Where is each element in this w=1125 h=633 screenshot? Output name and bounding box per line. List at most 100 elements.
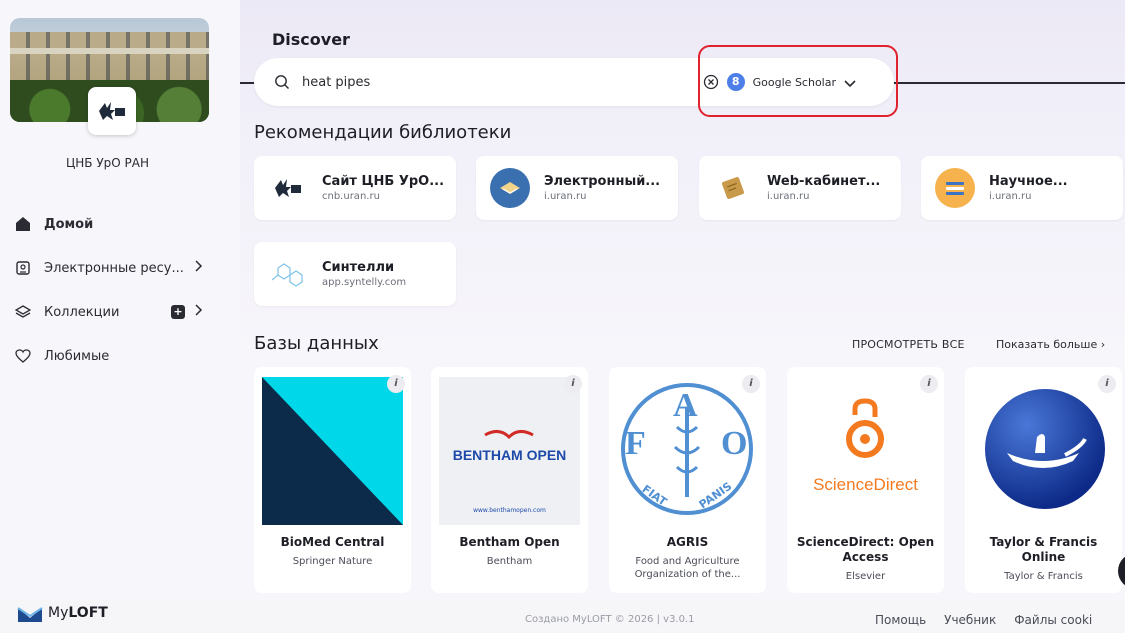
rec-card-syntelly[interactable]: Синтелли app.syntelly.com — [254, 242, 456, 306]
sidebar-item-label: Домой — [44, 216, 94, 232]
db-card-publisher: Springer Nature — [292, 556, 373, 567]
db-card-name: Bentham Open — [459, 535, 560, 549]
rec-card-url: i.uran.ru — [544, 191, 587, 202]
library-logo — [88, 87, 136, 135]
sidebar-item-electronic-resources[interactable]: Электронные ресу... — [12, 246, 227, 290]
show-more-label: Показать больше — [996, 338, 1098, 351]
db-card-name: BioMed Central — [280, 535, 385, 549]
rec-card-text: Синтелли app.syntelly.com — [322, 260, 406, 288]
db-card-biomed[interactable]: i BioMed Central Springer Nature — [254, 367, 411, 593]
highlight-box — [698, 45, 898, 117]
home-icon — [12, 216, 34, 232]
db-card-publisher: Taylor & Francis — [1004, 571, 1083, 582]
rec-card-electronic[interactable]: Электронный... i.uran.ru — [476, 156, 678, 220]
resources-icon — [12, 260, 34, 276]
search-input[interactable]: heat pipes — [302, 75, 703, 90]
rec-card-title: Научное... — [989, 174, 1068, 189]
bentham-logo-text: BENTHAM OPEN — [452, 447, 567, 463]
rec-card-title: Электронный... — [544, 174, 661, 189]
sidebar-item-label: Коллекции — [44, 304, 120, 320]
rec-card-url: i.uran.ru — [989, 191, 1032, 202]
sidebar-nav: Домой Электронные ресу... Коллекции + Лю… — [12, 202, 227, 378]
bentham-logo-url: www.benthamopen.com — [473, 507, 546, 514]
rec-card-url: cnb.uran.ru — [322, 191, 380, 202]
cnb-logo-icon — [268, 168, 308, 208]
db-card-name: ScienceDirect: Open Access — [796, 535, 935, 564]
rec-card-text: Электронный... i.uran.ru — [544, 174, 660, 202]
rec-card-text: Научное... i.uran.ru — [989, 174, 1068, 202]
info-icon[interactable]: i — [387, 375, 405, 393]
info-icon[interactable]: i — [742, 375, 760, 393]
chevron-right-icon — [195, 304, 203, 320]
building-cornice — [10, 48, 209, 54]
databases-title: Базы данных — [254, 333, 379, 354]
library-book-icon — [490, 168, 530, 208]
rec-card-text: Web-кабинет... i.uran.ru — [767, 174, 880, 202]
layers-icon — [12, 304, 34, 320]
main-content: Discover heat pipes 8 Google Scholar Рек… — [240, 0, 1125, 600]
sidebar-item-label: Электронные ресу... — [44, 260, 184, 276]
myloft-logo: MyLOFT — [16, 602, 108, 624]
fao-letter-a: A — [673, 387, 698, 424]
fao-letter-o: O — [721, 425, 748, 462]
fao-logo: F A O FIAT PANIS — [617, 377, 758, 525]
sidebar-item-label: Любимые — [44, 348, 110, 364]
sidebar-item-home[interactable]: Домой — [12, 202, 227, 246]
heart-icon — [12, 349, 34, 363]
db-card-bentham[interactable]: BENTHAM OPEN www.benthamopen.com i Benth… — [431, 367, 588, 593]
help-link[interactable]: Помощь — [875, 613, 926, 627]
footer: MyLOFT Создано MyLOFT © 2026 | v3.0.1 По… — [0, 600, 1125, 633]
db-card-agris[interactable]: F A O FIAT PANIS i AGRIS Food and Agricu… — [609, 367, 766, 593]
fao-letter-f: F — [625, 425, 646, 462]
rec-card-scientific[interactable]: Научное... i.uran.ru — [921, 156, 1123, 220]
taylor-francis-logo — [973, 377, 1114, 525]
rec-card-web-cabinet[interactable]: Web-кабинет... i.uran.ru — [699, 156, 901, 220]
info-icon[interactable]: i — [920, 375, 938, 393]
molecule-icon — [268, 254, 308, 294]
rec-card-url: i.uran.ru — [767, 191, 810, 202]
sidebar-item-extra — [195, 260, 203, 276]
rec-card-title: Web-кабинет... — [767, 174, 881, 189]
show-more-link[interactable]: Показать больше › — [996, 338, 1105, 351]
bentham-open-logo: BENTHAM OPEN www.benthamopen.com — [439, 377, 580, 525]
add-collection-button[interactable]: + — [171, 305, 185, 319]
sciencedirect-logo-text: ScienceDirect — [813, 475, 918, 494]
db-card-sciencedirect[interactable]: ScienceDirect i ScienceDirect: Open Acce… — [787, 367, 944, 593]
rec-card-title: Сайт ЦНБ УрО... — [322, 174, 445, 189]
db-card-publisher: Bentham — [486, 556, 533, 567]
brand-loft: LOFT — [68, 605, 108, 621]
sciencedirect-logo: ScienceDirect — [795, 377, 936, 525]
chevron-right-icon — [195, 260, 203, 276]
search-icon — [274, 74, 290, 90]
myloft-logo-icon — [17, 607, 43, 622]
cookies-link[interactable]: Файлы cooki — [1014, 613, 1092, 627]
rec-card-text: Сайт ЦНБ УрО... cnb.uran.ru — [322, 174, 444, 202]
scroll-document-icon — [713, 168, 753, 208]
sidebar-item-favorites[interactable]: Любимые — [12, 334, 227, 378]
footer-links: Помощь Учебник Файлы cooki — [875, 613, 1092, 627]
biomed-central-logo — [262, 377, 403, 525]
db-card-publisher: Food and Agriculture Organization of the… — [634, 556, 741, 580]
db-card-publisher: Elsevier — [845, 571, 886, 582]
db-card-name: AGRIS — [666, 535, 709, 549]
page-title: Discover — [272, 30, 350, 49]
brand-my: My — [48, 605, 69, 621]
recommendations-title: Рекомендации библиотеки — [254, 122, 512, 143]
books-icon — [935, 168, 975, 208]
rec-card-url: app.syntelly.com — [322, 277, 407, 288]
chevron-right-icon: › — [1100, 338, 1106, 351]
myloft-wordmark: MyLOFT — [48, 605, 108, 621]
view-all-link[interactable]: ПРОСМОТРЕТЬ ВСЕ — [852, 338, 965, 351]
sidebar-item-collections[interactable]: Коллекции + — [12, 290, 227, 334]
db-card-taylor-francis[interactable]: i Taylor & Francis Online Taylor & Franc… — [965, 367, 1122, 593]
library-name: ЦНБ УрО РАН — [65, 156, 150, 170]
tutorial-link[interactable]: Учебник — [944, 613, 996, 627]
rec-card-cnb[interactable]: Сайт ЦНБ УрО... cnb.uran.ru — [254, 156, 456, 220]
sidebar-item-extra: + — [171, 304, 203, 320]
sidebar: ЦНБ УрО РАН Домой Электронные ресу... Ко… — [0, 0, 240, 600]
copyright-text: Создано MyLOFT © 2026 | v3.0.1 — [525, 614, 695, 625]
info-icon[interactable]: i — [564, 375, 582, 393]
info-icon[interactable]: i — [1098, 375, 1116, 393]
db-card-name: Taylor & Francis Online — [989, 535, 1098, 564]
rec-card-title: Синтелли — [322, 260, 395, 275]
